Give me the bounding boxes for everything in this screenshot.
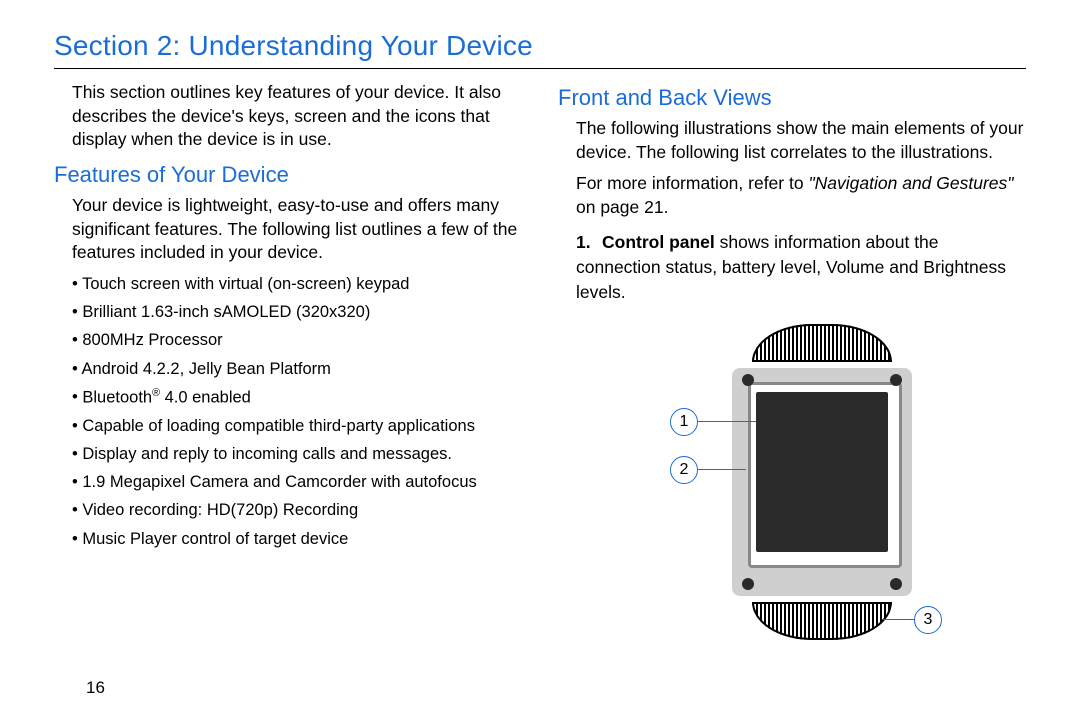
watch-screen (756, 392, 888, 552)
views-p2: For more information, refer to "Navigati… (576, 172, 1026, 219)
features-body: Your device is lightweight, easy-to-use … (72, 194, 522, 265)
item-number: 1. (576, 230, 602, 255)
page-number: 16 (86, 678, 105, 698)
callout-leader (698, 421, 756, 422)
registered-icon: ® (152, 387, 160, 399)
item-bold: Control panel (602, 232, 715, 252)
views-p1: The following illustrations show the mai… (576, 117, 1026, 164)
two-column-layout: This section outlines key features of yo… (54, 81, 1026, 656)
watch-band-top (752, 324, 892, 362)
left-column: This section outlines key features of yo… (54, 81, 522, 656)
watch-band-bottom (752, 602, 892, 640)
callout-1: 1 (670, 408, 698, 436)
views-heading: Front and Back Views (558, 85, 1026, 111)
feature-item: Capable of loading compatible third-part… (72, 415, 522, 437)
screw-icon (742, 578, 754, 590)
title-rule (54, 68, 1026, 69)
callout-description-list: 1.Control panel shows information about … (576, 230, 1026, 306)
screw-icon (890, 374, 902, 386)
callout-2: 2 (670, 456, 698, 484)
p2-post: on page 21. (576, 197, 668, 217)
feature-item: Brilliant 1.63-inch sAMOLED (320x320) (72, 301, 522, 323)
callout-leader (882, 619, 914, 620)
feature-item: Bluetooth® 4.0 enabled (72, 386, 522, 409)
feature-item: Touch screen with virtual (on-screen) ke… (72, 273, 522, 295)
screw-icon (742, 374, 754, 386)
section-title: Section 2: Understanding Your Device (54, 30, 1026, 62)
cross-reference-link[interactable]: "Navigation and Gestures" (808, 173, 1013, 193)
features-heading: Features of Your Device (54, 162, 522, 188)
feature-item: Music Player control of target device (72, 528, 522, 550)
feature-item: Display and reply to incoming calls and … (72, 443, 522, 465)
section-intro: This section outlines key features of yo… (72, 81, 522, 152)
features-list: Touch screen with virtual (on-screen) ke… (72, 273, 522, 550)
callout-description-item: 1.Control panel shows information about … (576, 230, 1026, 306)
callout-leader (698, 469, 746, 470)
feature-item: Android 4.2.2, Jelly Bean Platform (72, 358, 522, 380)
feature-item: 800MHz Processor (72, 329, 522, 351)
device-front-illustration: 1 2 3 (612, 316, 972, 656)
right-column: Front and Back Views The following illus… (558, 81, 1026, 656)
screw-icon (890, 578, 902, 590)
callout-3: 3 (914, 606, 942, 634)
feature-item: Video recording: HD(720p) Recording (72, 499, 522, 521)
p2-pre: For more information, refer to (576, 173, 808, 193)
feature-item: 1.9 Megapixel Camera and Camcorder with … (72, 471, 522, 493)
manual-page: Section 2: Understanding Your Device Thi… (0, 0, 1080, 720)
